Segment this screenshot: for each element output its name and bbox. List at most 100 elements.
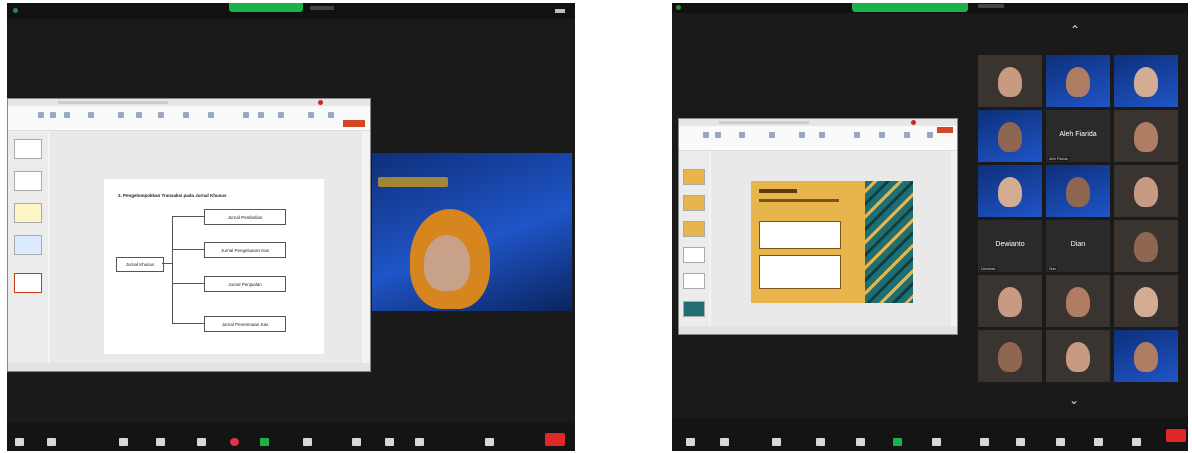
- view-options-button[interactable]: [310, 6, 334, 10]
- view-icon[interactable]: [555, 9, 565, 13]
- zoom-info-icon[interactable]: [13, 8, 18, 13]
- video-button[interactable]: [39, 438, 63, 448]
- participant-tile[interactable]: [1114, 275, 1178, 327]
- participant-display-name: Dian: [1070, 240, 1086, 248]
- apps-icon: [1055, 438, 1065, 446]
- chat-button[interactable]: [848, 438, 872, 448]
- share-screen-button[interactable]: [885, 438, 909, 448]
- participant-tile[interactable]: [1114, 165, 1178, 217]
- record-button[interactable]: [972, 438, 996, 448]
- slide-thumbnail[interactable]: [683, 247, 705, 263]
- participant-tile[interactable]: Dian Dian: [1046, 220, 1110, 272]
- record-button[interactable]: [295, 438, 319, 448]
- participant-face: [1134, 342, 1158, 372]
- react-icon: [229, 438, 239, 446]
- zoom-toolbar: [7, 423, 575, 451]
- slide-canvas: [711, 151, 951, 326]
- participant-tile[interactable]: [978, 275, 1042, 327]
- participant-face: [1134, 232, 1158, 262]
- participant-tile[interactable]: [1046, 275, 1110, 327]
- participant-tile[interactable]: [978, 330, 1042, 382]
- participant-tile[interactable]: [978, 110, 1042, 162]
- participants-button[interactable]: [148, 438, 172, 448]
- slide-thumbnail[interactable]: [683, 273, 705, 289]
- zoom-toolbar: [672, 417, 1188, 451]
- slide: [751, 181, 913, 303]
- participants-button[interactable]: [808, 438, 832, 448]
- participant-tile[interactable]: [1114, 55, 1178, 107]
- participant-name-label: Aleh Fiarida: [1048, 157, 1069, 161]
- notes-icon: [414, 438, 424, 446]
- security-button[interactable]: [111, 438, 135, 448]
- apps-button[interactable]: [344, 438, 368, 448]
- participant-tile[interactable]: [1046, 330, 1110, 382]
- react-button[interactable]: [222, 438, 246, 448]
- share-button[interactable]: [343, 120, 365, 127]
- slide-thumbnail[interactable]: [14, 171, 42, 191]
- participant-face: [998, 177, 1022, 207]
- slide-thumbnail[interactable]: [683, 301, 705, 317]
- slide-thumbnail[interactable]: [683, 169, 705, 185]
- participant-face: [998, 342, 1022, 372]
- share-button[interactable]: [937, 127, 953, 133]
- participant-display-name: Aleh Fiarida: [1059, 130, 1097, 138]
- end-meeting-button[interactable]: [1166, 429, 1186, 442]
- slide-thumbnail[interactable]: [14, 203, 42, 223]
- video-button[interactable]: [712, 438, 736, 448]
- whiteboard-button[interactable]: [377, 438, 401, 448]
- presenter-face: [424, 235, 470, 291]
- reactions-icon: [1015, 438, 1025, 446]
- participant-tile[interactable]: [978, 55, 1042, 107]
- slide-thumbnail[interactable]: [683, 195, 705, 211]
- security-icon: [118, 438, 128, 446]
- chat-icon: [196, 438, 206, 446]
- zoom-info-icon[interactable]: [676, 5, 681, 10]
- scroll-down-chevron-icon[interactable]: ⌄: [1069, 393, 1079, 407]
- scroll-up-chevron-icon[interactable]: ⌃: [1070, 23, 1080, 37]
- share-screen-button[interactable]: [252, 438, 276, 448]
- participant-tile[interactable]: [978, 165, 1042, 217]
- participant-tile[interactable]: [1114, 330, 1178, 382]
- view-options-button[interactable]: [978, 4, 1004, 8]
- participant-name-label: Dian: [1048, 267, 1058, 271]
- mic-button[interactable]: [678, 438, 702, 448]
- screen-share-indicator[interactable]: [852, 3, 968, 12]
- participant-face: [1066, 342, 1090, 372]
- participant-tile[interactable]: [1046, 55, 1110, 107]
- presenter-video[interactable]: [372, 153, 572, 311]
- participant-tile[interactable]: Dewianto Dewianto: [978, 220, 1042, 272]
- slide-thumbnail[interactable]: [683, 221, 705, 237]
- more-button[interactable]: [477, 438, 501, 448]
- screen-share-indicator[interactable]: [229, 3, 303, 12]
- whiteboard-icon: [384, 438, 394, 446]
- slide-thumbnail-selected[interactable]: [14, 273, 42, 293]
- chat-button[interactable]: [189, 438, 213, 448]
- participant-tile[interactable]: [1114, 220, 1178, 272]
- slide-thumbnail[interactable]: [14, 139, 42, 159]
- more-button[interactable]: [1124, 438, 1148, 448]
- participant-tile[interactable]: [1114, 110, 1178, 162]
- security-button[interactable]: [764, 438, 788, 448]
- ppt-title-bar: [8, 99, 370, 106]
- polls-button[interactable]: [924, 438, 948, 448]
- address-bar[interactable]: [58, 101, 168, 104]
- address-bar[interactable]: [719, 121, 809, 124]
- share-screen-icon: [892, 438, 902, 446]
- branch-box: Jurnal Penjualan: [204, 276, 286, 292]
- reactions-button[interactable]: [1008, 438, 1032, 448]
- end-meeting-button[interactable]: [545, 433, 565, 446]
- participant-tile[interactable]: Aleh Fiarida Aleh Fiarida: [1046, 110, 1110, 162]
- slide-thumbnail[interactable]: [14, 235, 42, 255]
- record-icon[interactable]: [911, 120, 916, 125]
- apps-button[interactable]: [1048, 438, 1072, 448]
- mic-button[interactable]: [7, 438, 31, 448]
- participant-face: [1134, 122, 1158, 152]
- slide-thumbnail-pane: [8, 131, 48, 363]
- record-icon[interactable]: [318, 100, 323, 105]
- whiteboards-button[interactable]: [1086, 438, 1110, 448]
- participant-face: [998, 122, 1022, 152]
- participants-icon: [815, 438, 825, 446]
- notes-button[interactable]: [407, 438, 431, 448]
- participant-tile[interactable]: [1046, 165, 1110, 217]
- participant-face: [998, 67, 1022, 97]
